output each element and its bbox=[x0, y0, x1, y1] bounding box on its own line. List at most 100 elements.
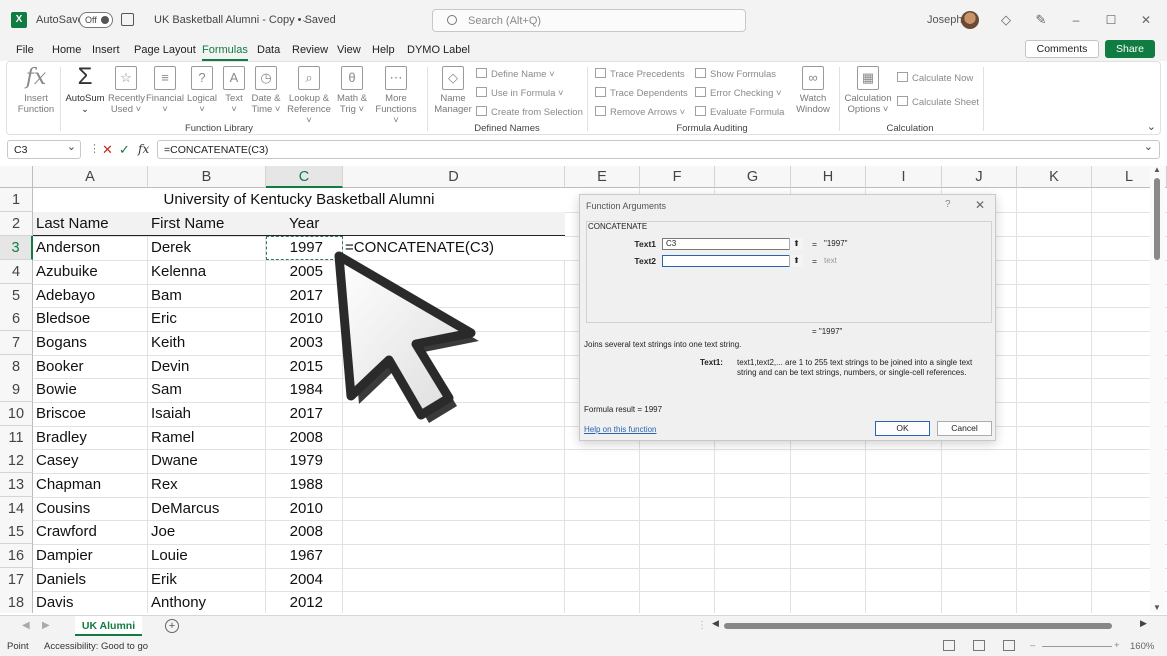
add-sheet-icon[interactable]: + bbox=[165, 619, 179, 633]
row-header[interactable]: 9 bbox=[0, 378, 33, 402]
cell-first-name[interactable]: Derek bbox=[151, 236, 191, 260]
cell-last-name[interactable]: Bradley bbox=[36, 426, 87, 450]
sheet-title-cell[interactable]: University of Kentucky Basketball Alumni bbox=[33, 188, 565, 212]
cell-last-name[interactable]: Davis bbox=[36, 591, 74, 613]
cell-year[interactable]: 2008 bbox=[266, 520, 323, 544]
watch-window-button[interactable]: ∞ Watch Window bbox=[794, 66, 832, 115]
arg-input-text2[interactable] bbox=[662, 255, 803, 267]
autosum-button[interactable]: Σ AutoSum ⌄ bbox=[63, 65, 107, 116]
trace-precedents-button[interactable]: Trace Precedents bbox=[595, 68, 685, 80]
trace-dependents-button[interactable]: Trace Dependents bbox=[595, 87, 688, 99]
cell-last-name[interactable]: Briscoe bbox=[36, 402, 86, 426]
collapse-dialog-icon[interactable]: ⬆ bbox=[789, 255, 803, 267]
zoom-slider[interactable] bbox=[1042, 646, 1112, 647]
cell-last-name[interactable]: Casey bbox=[36, 449, 79, 473]
cell-last-name[interactable]: Booker bbox=[36, 355, 84, 379]
show-formulas-button[interactable]: Show Formulas bbox=[695, 68, 776, 80]
tab-file[interactable]: File bbox=[16, 44, 34, 56]
column-header-j[interactable]: J bbox=[942, 166, 1017, 188]
comments-button[interactable]: Comments bbox=[1025, 40, 1099, 58]
calculation-options-button[interactable]: ▦ Calculation Options ˅ bbox=[844, 66, 892, 115]
autosave-toggle[interactable]: Off bbox=[79, 12, 113, 28]
cell-first-name[interactable]: Erik bbox=[151, 568, 177, 592]
header-year[interactable]: Year bbox=[289, 212, 319, 236]
diamond-icon[interactable]: ◇ bbox=[998, 12, 1014, 28]
cell-first-name[interactable]: Isaiah bbox=[151, 402, 191, 426]
cell-last-name[interactable]: Azubuike bbox=[36, 260, 98, 284]
column-header-k[interactable]: K bbox=[1017, 166, 1092, 188]
tab-formulas[interactable]: Formulas bbox=[202, 44, 248, 61]
formula-input[interactable]: =CONCATENATE(C3) bbox=[157, 140, 1160, 159]
cell-year[interactable]: 2017 bbox=[266, 284, 323, 308]
header-last-name[interactable]: Last Name bbox=[36, 212, 109, 236]
cell-year[interactable]: 1979 bbox=[266, 449, 323, 473]
column-header-h[interactable]: H bbox=[791, 166, 866, 188]
row-header[interactable]: 13 bbox=[0, 473, 33, 497]
cell-year[interactable]: 2004 bbox=[266, 568, 323, 592]
column-header-d[interactable]: D bbox=[343, 166, 565, 188]
tab-help[interactable]: Help bbox=[372, 44, 395, 56]
tab-page-layout[interactable]: Page Layout bbox=[134, 44, 196, 56]
column-header-a[interactable]: A bbox=[33, 166, 148, 188]
zoom-out-icon[interactable]: – bbox=[1030, 640, 1035, 651]
enter-formula-icon[interactable]: ✓ bbox=[119, 142, 130, 158]
close-icon[interactable]: ✕ bbox=[1136, 10, 1156, 30]
vertical-scrollbar[interactable]: ▲ ▼ bbox=[1150, 165, 1165, 613]
cell-last-name[interactable]: Dampier bbox=[36, 544, 93, 568]
row-header[interactable]: 8 bbox=[0, 355, 33, 379]
cell-year[interactable]: 2015 bbox=[266, 355, 323, 379]
vertical-scroll-thumb[interactable] bbox=[1154, 178, 1160, 260]
cell-last-name[interactable]: Chapman bbox=[36, 473, 101, 497]
select-all-corner[interactable] bbox=[0, 166, 33, 188]
pen-icon[interactable]: ✎ bbox=[1033, 12, 1049, 28]
row-header[interactable]: 2 bbox=[0, 212, 33, 236]
cell-last-name[interactable]: Adebayo bbox=[36, 284, 95, 308]
cancel-button[interactable]: Cancel bbox=[937, 421, 992, 436]
date-time-button[interactable]: ◷ Date & Time ˅ bbox=[250, 66, 282, 115]
sheet-tab-uk-alumni[interactable]: UK Alumni bbox=[75, 616, 142, 636]
header-first-name[interactable]: First Name bbox=[151, 212, 224, 236]
user-name[interactable]: Joseph bbox=[927, 14, 962, 26]
search-box[interactable]: Search (Alt+Q) bbox=[432, 9, 746, 32]
collapse-dialog-icon[interactable]: ⬆ bbox=[789, 238, 803, 250]
recently-used-button[interactable]: ☆ Recently Used ˅ bbox=[108, 66, 145, 115]
cell-first-name[interactable]: Dwane bbox=[151, 449, 198, 473]
cell-year[interactable]: 2005 bbox=[266, 260, 323, 284]
cancel-formula-icon[interactable]: ✕ bbox=[102, 142, 113, 158]
page-break-view-icon[interactable] bbox=[1003, 640, 1015, 651]
cell-first-name[interactable]: Kelenna bbox=[151, 260, 206, 284]
column-header-c[interactable]: C bbox=[266, 166, 343, 188]
use-in-formula-button[interactable]: Use in Formula ˅ bbox=[476, 87, 564, 99]
cell-first-name[interactable]: Ramel bbox=[151, 426, 194, 450]
previous-sheet-icon[interactable]: ◀ bbox=[22, 620, 30, 631]
avatar[interactable] bbox=[961, 11, 979, 29]
splitter-icon[interactable]: ⋮ bbox=[697, 620, 707, 631]
zoom-in-icon[interactable]: + bbox=[1114, 640, 1120, 651]
column-header-g[interactable]: G bbox=[715, 166, 791, 188]
column-header-f[interactable]: F bbox=[640, 166, 715, 188]
cell-first-name[interactable]: DeMarcus bbox=[151, 497, 219, 521]
scroll-up-icon[interactable]: ▲ bbox=[1153, 165, 1161, 174]
more-functions-button[interactable]: ⋯ More Functions ˅ bbox=[372, 66, 420, 126]
cell-year[interactable]: 2010 bbox=[266, 307, 323, 331]
cell-first-name[interactable]: Joe bbox=[151, 520, 175, 544]
math-trig-button[interactable]: θ Math & Trig ˅ bbox=[335, 66, 369, 115]
row-header[interactable]: 17 bbox=[0, 568, 33, 592]
tab-home[interactable]: Home bbox=[52, 44, 81, 56]
row-header[interactable]: 11 bbox=[0, 426, 33, 450]
scroll-right-icon[interactable]: ▶ bbox=[1140, 618, 1147, 629]
help-link[interactable]: Help on this function bbox=[584, 425, 657, 434]
cell-year[interactable]: 2012 bbox=[266, 591, 323, 613]
row-header[interactable]: 1 bbox=[0, 188, 33, 212]
next-sheet-icon[interactable]: ▶ bbox=[42, 620, 50, 631]
tab-view[interactable]: View bbox=[337, 44, 361, 56]
row-header[interactable]: 7 bbox=[0, 331, 33, 355]
cell-last-name[interactable]: Bledsoe bbox=[36, 307, 90, 331]
tab-review[interactable]: Review bbox=[292, 44, 328, 56]
text-button[interactable]: A Text ˅ bbox=[221, 66, 247, 115]
insert-function-button[interactable]: fx Insert Function bbox=[15, 66, 57, 116]
cell-year[interactable]: 1988 bbox=[266, 473, 323, 497]
cell-last-name[interactable]: Bogans bbox=[36, 331, 87, 355]
row-header[interactable]: 16 bbox=[0, 544, 33, 568]
row-header[interactable]: 14 bbox=[0, 497, 33, 521]
